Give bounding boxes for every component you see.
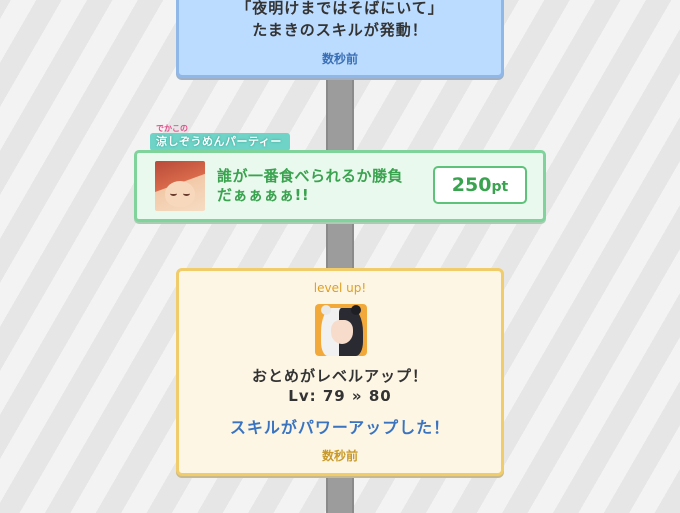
level-change: Lv: 79 » 80	[288, 387, 392, 405]
avatar-ear	[321, 305, 331, 315]
avatar-face	[331, 320, 353, 344]
character-avatar	[155, 161, 205, 211]
event-card[interactable]: 誰が一番食べられるか勝負 だぁぁぁぁ!! 250pt	[134, 150, 546, 222]
avatar-eye	[183, 191, 190, 196]
character-avatar	[315, 304, 367, 356]
points-value: 250	[451, 174, 492, 196]
level-up-timestamp: 数秒前	[321, 449, 358, 463]
level-up-title: level up!	[313, 281, 367, 295]
points-unit: pt	[491, 179, 509, 195]
points-badge: 250pt	[433, 166, 527, 204]
skill-quote: 「夜明けまではそばにいて」	[236, 0, 444, 17]
event-text: 誰が一番食べられるか勝負 だぁぁぁぁ!!	[217, 167, 403, 205]
event-text-line2: だぁぁぁぁ!!	[217, 186, 310, 204]
skill-activation-card: 「夜明けまではそばにいて」 たまきのスキルが発動！ 数秒前	[176, 0, 504, 78]
skill-power-up-message: スキルがパワーアップした！	[229, 418, 451, 437]
level-up-message: おとめがレベルアップ！	[251, 367, 428, 385]
skill-timestamp: 数秒前	[321, 52, 358, 66]
level-up-card: level up! おとめがレベルアップ！ Lv: 79 » 80 スキルがパワ…	[176, 268, 504, 476]
avatar-eye	[170, 191, 177, 196]
skill-message: たまきのスキルが発動！	[252, 21, 428, 39]
avatar-ear	[351, 305, 361, 315]
event-tag-label: 涼しぞうめんパーティー	[150, 133, 290, 151]
event-text-line1: 誰が一番食べられるか勝負	[217, 167, 404, 185]
